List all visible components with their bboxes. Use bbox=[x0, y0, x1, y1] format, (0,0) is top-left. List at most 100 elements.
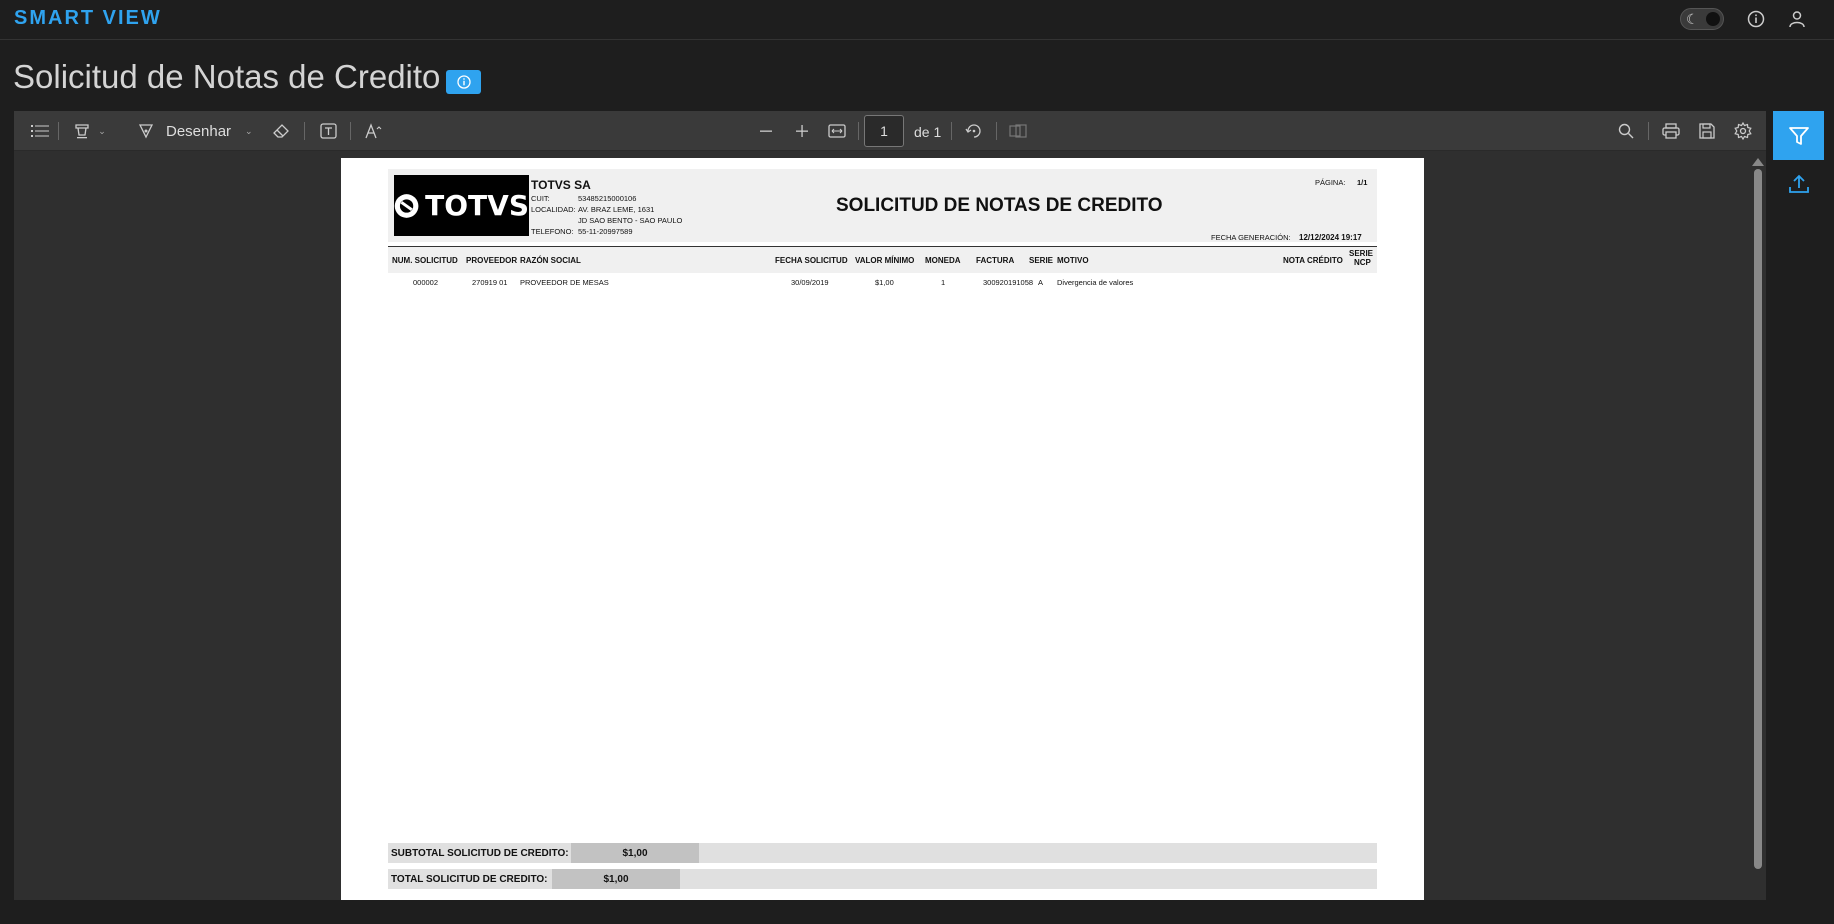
info-label: CUIT: bbox=[531, 194, 550, 203]
chevron-down-icon: ⌄ bbox=[98, 125, 106, 136]
cell-motivo: Divergencia de valores bbox=[1057, 278, 1134, 287]
info-row-cuit: CUIT: 53485215000106 bbox=[531, 194, 636, 203]
user-icon bbox=[1789, 11, 1805, 28]
page-title: Solicitud de Notas de Credito bbox=[13, 58, 441, 95]
company-name: TOTVS SA bbox=[531, 178, 591, 192]
col-valor-minimo: VALOR MÍNIMO bbox=[855, 256, 915, 265]
eraser-icon bbox=[273, 124, 289, 138]
search-button[interactable] bbox=[1614, 119, 1638, 143]
cell-razon: PROVEEDOR DE MESAS bbox=[520, 278, 609, 287]
filter-icon bbox=[1788, 126, 1809, 145]
col-serie-ncp: SERIE bbox=[1349, 249, 1374, 258]
col-fecha-solicitud: FECHA SOLICITUD bbox=[775, 256, 848, 265]
total-value: $1,00 bbox=[552, 869, 680, 889]
col-razon-social: RAZÓN SOCIAL bbox=[520, 256, 581, 265]
save-icon bbox=[1699, 123, 1715, 139]
upload-icon bbox=[1789, 174, 1809, 193]
report-header: TOTVS TOTVS SA CUIT: 53485215000106 LOCAL… bbox=[388, 169, 1377, 242]
zoom-out-icon bbox=[760, 130, 772, 132]
toolbar-divider bbox=[58, 122, 59, 140]
export-button[interactable] bbox=[1785, 170, 1813, 198]
total-row: TOTAL SOLICITUD DE CREDITO: $1,00 bbox=[388, 869, 1377, 889]
col-serie: SERIE bbox=[1029, 256, 1054, 265]
rotate-button[interactable] bbox=[962, 119, 986, 143]
highlight-button[interactable]: ⌄ bbox=[70, 119, 110, 143]
outline-button[interactable] bbox=[28, 119, 52, 143]
cell-proveedor: 270919 01 bbox=[472, 278, 508, 287]
rotate-icon bbox=[965, 124, 981, 138]
info-icon bbox=[456, 75, 471, 89]
col-factura: FACTURA bbox=[976, 256, 1015, 265]
draw-button[interactable]: Desenhar ⌄ bbox=[138, 119, 258, 143]
cell-serie: A bbox=[1038, 278, 1044, 287]
pdf-viewer: ⌄ Desenhar ⌄ de 1 bbox=[14, 111, 1766, 900]
report-title: SOLICITUD DE NOTAS DE CREDITO bbox=[836, 195, 1163, 216]
info-icon bbox=[1747, 10, 1765, 28]
viewer-toolbar: ⌄ Desenhar ⌄ de 1 bbox=[14, 111, 1766, 151]
logo-text: TOTVS bbox=[425, 189, 529, 222]
subtotal-value: $1,00 bbox=[571, 843, 699, 863]
info-value: AV. BRAZ LEME, 1631 bbox=[578, 205, 655, 214]
page-count: de 1 bbox=[914, 124, 942, 140]
info-label: LOCALIDAD: bbox=[531, 205, 576, 214]
toolbar-divider bbox=[1648, 122, 1649, 140]
col-moneda: MONEDA bbox=[925, 256, 961, 265]
toolbar-divider bbox=[996, 122, 997, 140]
zoom-out-button[interactable] bbox=[754, 119, 778, 143]
save-button[interactable] bbox=[1695, 119, 1719, 143]
zoom-in-icon bbox=[796, 125, 808, 137]
text-size-button[interactable] bbox=[362, 119, 386, 143]
page-info-button[interactable] bbox=[446, 70, 481, 94]
print-button[interactable] bbox=[1659, 119, 1683, 143]
chevron-down-icon: ⌄ bbox=[245, 125, 253, 136]
draw-icon bbox=[138, 124, 154, 139]
user-button[interactable] bbox=[1785, 7, 1809, 31]
text-size-icon bbox=[365, 123, 382, 139]
print-icon bbox=[1662, 123, 1680, 139]
col-nota-credito: NOTA CRÉDITO bbox=[1283, 256, 1343, 265]
filter-button[interactable] bbox=[1773, 111, 1824, 160]
toolbar-divider bbox=[350, 122, 351, 140]
subtotal-label: SUBTOTAL SOLICITUD DE CREDITO: bbox=[391, 848, 569, 859]
textbox-icon bbox=[319, 123, 337, 139]
app-brand[interactable]: SMART VIEW bbox=[14, 7, 162, 30]
cell-factura: 300920191058 bbox=[983, 278, 1034, 287]
page-number-input[interactable] bbox=[864, 115, 904, 147]
subtotal-row: SUBTOTAL SOLICITUD DE CREDITO: $1,00 bbox=[388, 843, 1377, 863]
pdf-page: TOTVS TOTVS SA CUIT: 53485215000106 LOCAL… bbox=[341, 158, 1424, 900]
fit-width-button[interactable] bbox=[825, 119, 849, 143]
highlight-icon bbox=[75, 124, 89, 139]
generation-value: 12/12/2024 19:17 bbox=[1299, 233, 1362, 242]
info-row-city: JD SAO BENTO - SAO PAULO bbox=[531, 216, 682, 225]
info-button[interactable] bbox=[1744, 7, 1768, 31]
textbox-button[interactable] bbox=[316, 119, 340, 143]
search-icon bbox=[1618, 123, 1634, 139]
toolbar-divider bbox=[858, 122, 859, 140]
draw-label: Desenhar bbox=[166, 122, 232, 140]
col-num-solicitud: NUM. SOLICITUD bbox=[392, 256, 458, 265]
settings-icon bbox=[1734, 122, 1752, 140]
info-row-localidad: LOCALIDAD: AV. BRAZ LEME, 1631 bbox=[531, 205, 654, 214]
eraser-button[interactable] bbox=[269, 119, 293, 143]
toolbar-divider bbox=[951, 122, 952, 140]
company-logo: TOTVS bbox=[394, 175, 529, 236]
scroll-up-arrow[interactable] bbox=[1752, 158, 1764, 166]
presentation-button[interactable] bbox=[1006, 119, 1030, 143]
toolbar-divider bbox=[304, 122, 305, 140]
cell-num: 000002 bbox=[413, 278, 439, 287]
col-serie-ncp-line2: NCP bbox=[1354, 258, 1371, 267]
zoom-in-button[interactable] bbox=[790, 119, 814, 143]
total-label: TOTAL SOLICITUD DE CREDITO: bbox=[391, 874, 548, 885]
info-row-telefono: TELEFONO: 55-11-20997589 bbox=[531, 227, 633, 236]
toggle-knob bbox=[1706, 12, 1720, 26]
theme-toggle[interactable]: ☾ bbox=[1680, 8, 1724, 30]
col-proveedor: PROVEEDOR bbox=[466, 256, 518, 265]
settings-button[interactable] bbox=[1731, 119, 1755, 143]
vertical-scrollbar[interactable] bbox=[1754, 169, 1762, 869]
top-bar: SMART VIEW ☾ bbox=[0, 0, 1834, 40]
cell-valor: $1,00 bbox=[875, 278, 894, 287]
info-value: 55-11-20997589 bbox=[578, 227, 633, 236]
cell-fecha: 30/09/2019 bbox=[791, 278, 829, 287]
cell-moneda: 1 bbox=[941, 278, 946, 287]
totvs-logo-icon bbox=[394, 193, 419, 218]
